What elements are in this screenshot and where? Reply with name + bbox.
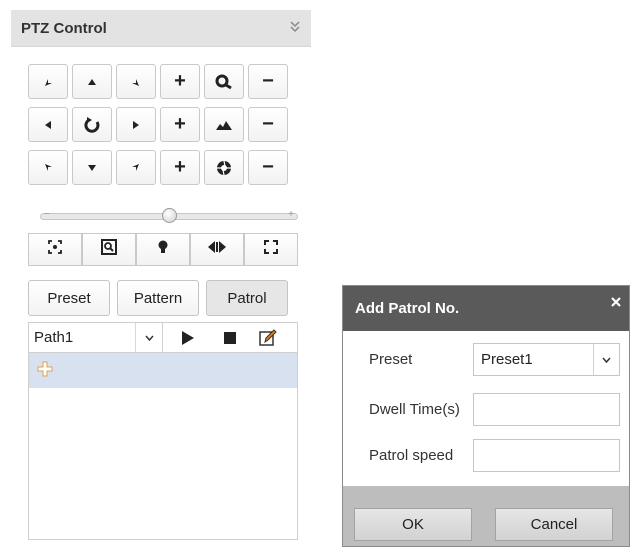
zoom-label-button [204, 64, 244, 99]
preset-select[interactable]: Preset1 [473, 343, 620, 376]
slider-thumb[interactable] [162, 208, 177, 223]
preset-select-value: Preset1 [481, 351, 533, 368]
arrow-up-icon [87, 77, 97, 87]
path-select-value: Path1 [34, 329, 74, 346]
wiper-icon [207, 240, 227, 259]
chevron-down-icon [135, 323, 162, 352]
focus-label-button [204, 107, 244, 142]
ptz-body: + − + − + − − + Preset Pattern Patrol Pa… [19, 60, 301, 540]
zoom-out-button[interactable]: − [248, 64, 288, 99]
zoom-plus-label: + [174, 70, 186, 92]
patrol-toolbar [163, 323, 298, 353]
dwell-time-input[interactable] [473, 393, 620, 426]
tab-patrol[interactable]: Patrol [206, 280, 288, 316]
ptz-title: PTZ Control [21, 20, 107, 37]
zoom-icon [215, 74, 233, 90]
dialog-header: Add Patrol No. [343, 286, 629, 331]
cancel-button[interactable]: Cancel [495, 508, 613, 541]
plus-icon[interactable] [37, 361, 53, 377]
fullscreen-button[interactable] [244, 233, 298, 266]
preset-label: Preset [369, 351, 413, 368]
iris-close-button[interactable]: − [248, 150, 288, 185]
close-icon[interactable] [609, 295, 623, 309]
focus-minus-label: − [262, 113, 274, 135]
arrow-right-icon [131, 120, 141, 130]
auto-pan-icon [83, 116, 101, 134]
add-patrol-dialog: Add Patrol No. Preset Preset1 Dwell Time… [342, 285, 630, 547]
pan-down-right-button[interactable] [116, 150, 156, 185]
focus-plus-label: + [174, 113, 186, 135]
focus-far-button[interactable]: − [248, 107, 288, 142]
center-button[interactable] [28, 233, 82, 266]
ptz-control-panel: PTZ Control + − + − + − − + Preset Patte… [11, 10, 311, 542]
arrow-down-icon [87, 163, 97, 173]
center-icon [48, 240, 62, 259]
play-icon[interactable] [179, 329, 197, 347]
edit-icon[interactable] [259, 329, 277, 347]
patrol-speed-input[interactable] [473, 439, 620, 472]
tab-preset[interactable]: Preset [28, 280, 110, 316]
dialog-footer: OK Cancel [343, 486, 629, 546]
zoom-region-button[interactable] [82, 233, 136, 266]
light-icon [158, 240, 168, 259]
slider-minus-label: − [44, 209, 50, 220]
patrol-list: Path1 [28, 322, 298, 540]
pan-right-button[interactable] [116, 107, 156, 142]
path-select[interactable]: Path1 [29, 323, 163, 353]
tilt-up-button[interactable] [72, 64, 112, 99]
ptz-header: PTZ Control [11, 10, 311, 47]
tilt-down-button[interactable] [72, 150, 112, 185]
arrow-down-right-icon [131, 163, 141, 173]
pan-down-left-button[interactable] [28, 150, 68, 185]
arrow-down-left-icon [43, 163, 53, 173]
iris-icon [216, 160, 232, 176]
zoom-minus-label: − [262, 70, 274, 92]
auto-pan-button[interactable] [72, 107, 112, 142]
wiper-button[interactable] [190, 233, 244, 266]
light-button[interactable] [136, 233, 190, 266]
focus-near-button[interactable]: + [160, 107, 200, 142]
stop-icon[interactable] [221, 329, 239, 347]
iris-open-button[interactable]: + [160, 150, 200, 185]
dwell-time-label: Dwell Time(s) [369, 401, 460, 418]
pan-left-button[interactable] [28, 107, 68, 142]
arrow-up-right-icon [131, 77, 141, 87]
zoom-region-icon [101, 239, 117, 260]
dialog-title: Add Patrol No. [355, 300, 460, 317]
iris-plus-label: + [174, 156, 186, 178]
patrol-add-row [29, 353, 297, 388]
double-chevron-down-icon[interactable] [289, 20, 301, 33]
chevron-down-icon [593, 344, 619, 375]
pan-up-right-button[interactable] [116, 64, 156, 99]
focus-icon [215, 119, 233, 131]
iris-label-button [204, 150, 244, 185]
slider-plus-label: + [288, 209, 294, 220]
arrow-up-left-icon [43, 77, 53, 87]
pan-up-left-button[interactable] [28, 64, 68, 99]
zoom-in-button[interactable]: + [160, 64, 200, 99]
iris-minus-label: − [262, 156, 274, 178]
patrol-speed-label: Patrol speed [369, 447, 454, 464]
tab-pattern[interactable]: Pattern [117, 280, 199, 316]
ptz-speed-slider[interactable]: − + [40, 208, 298, 224]
arrow-left-icon [43, 120, 53, 130]
ok-button[interactable]: OK [354, 508, 472, 541]
fullscreen-icon [264, 240, 278, 259]
